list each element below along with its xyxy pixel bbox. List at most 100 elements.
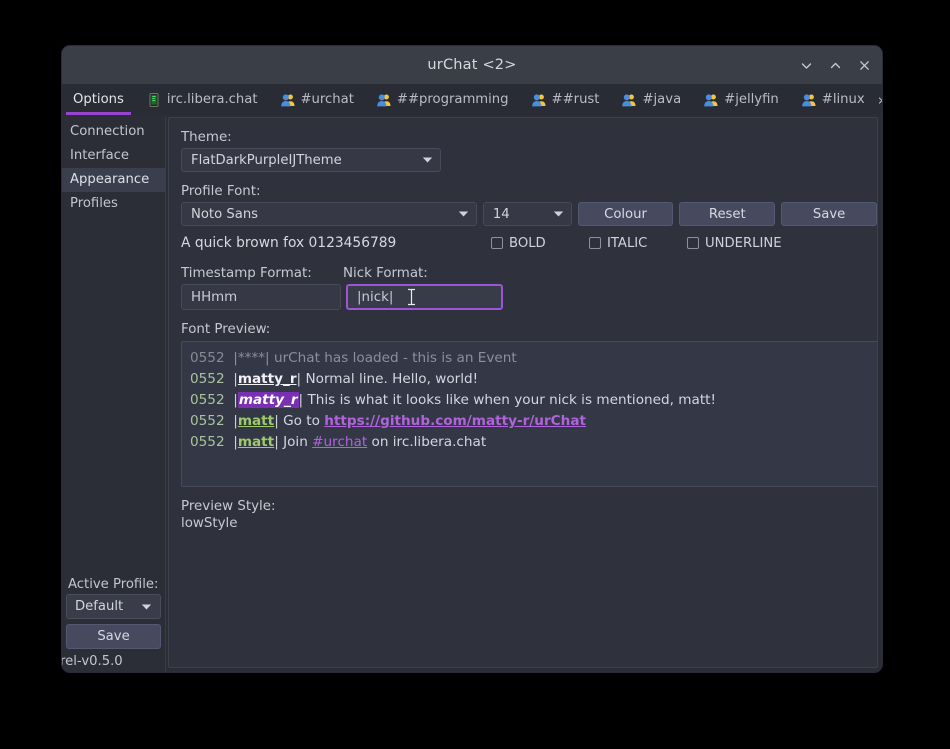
preview-message-prefix: Go to (283, 413, 325, 429)
sidebar-item-label: Appearance (70, 172, 150, 187)
checkbox-box (589, 237, 601, 249)
format-inputs-row: HHmm |nick| (181, 284, 877, 310)
preview-line: 0552 |****| urChat has loaded - this is … (190, 348, 874, 369)
urchat-window: urChat <2> Options irc.libera.chat #urch… (61, 45, 883, 673)
underline-checkbox[interactable]: UNDERLINE (687, 236, 782, 251)
preview-style-value: lowStyle (181, 516, 238, 531)
bold-checkbox-label: BOLD (509, 235, 546, 251)
reset-button-label: Reset (708, 206, 746, 222)
active-profile-label: Active Profile: (68, 577, 159, 592)
preview-timestamp: 0552 (190, 413, 225, 429)
window-controls (799, 46, 872, 84)
sidebar-item-profiles[interactable]: Profiles (62, 192, 165, 216)
tab-navigation: › (876, 84, 882, 115)
tab-scroll-next-icon[interactable]: › (878, 91, 882, 109)
preview-nick-brackets: | (274, 413, 279, 429)
profile-save-button[interactable]: Save (66, 624, 161, 649)
tab-programming[interactable]: ##programming (365, 84, 520, 115)
tab-label: #java (642, 92, 682, 107)
preview-message-suffix: on irc.libera.chat (367, 434, 487, 450)
preview-nick-brackets: | (298, 392, 304, 408)
font-family-select[interactable]: Noto Sans (181, 202, 477, 226)
preview-line: 0552 |matt| Go to https://github.com/mat… (190, 411, 874, 432)
preview-style-label: Preview Style: (181, 499, 276, 514)
window-title: urChat <2> (427, 57, 517, 73)
nick-format-input[interactable]: |nick| (346, 284, 503, 310)
tab-label: irc.libera.chat (166, 92, 258, 107)
preview-timestamp: 0552 (190, 434, 225, 450)
checkbox-box (491, 237, 503, 249)
sidebar-item-label: Profiles (70, 196, 118, 211)
underline-checkbox-label: UNDERLINE (705, 235, 782, 251)
preview-nick: matt (237, 413, 275, 429)
preview-channel-link[interactable]: #urchat (312, 434, 367, 450)
font-preview-label: Font Preview: (181, 322, 271, 337)
profile-font-label: Profile Font: (181, 184, 261, 199)
colour-button[interactable]: Colour (577, 202, 674, 226)
tab-label: ##rust (551, 92, 600, 107)
minimize-button[interactable] (799, 58, 814, 73)
preview-nick-brackets: | (265, 350, 270, 366)
tab-jellyfin[interactable]: #jellyfin (692, 84, 790, 115)
reset-button[interactable]: Reset (679, 202, 776, 226)
preview-message: This is what it looks like when your nic… (307, 392, 716, 408)
preview-nick: **** (237, 350, 266, 366)
tab-label: #linux (821, 92, 865, 107)
preview-nick: matt (237, 434, 275, 450)
group-icon (704, 93, 718, 106)
tab-options[interactable]: Options (62, 84, 135, 115)
font-controls-row: Noto Sans 14 Colour Reset Save (181, 202, 877, 226)
preview-nick-brackets: | (228, 413, 238, 429)
preview-link[interactable]: https://github.com/matty-r/urChat (324, 413, 586, 429)
preview-message: Normal line. Hello, world! (305, 371, 479, 387)
profile-save-label: Save (97, 629, 130, 644)
bold-checkbox[interactable]: BOLD (491, 236, 589, 251)
theme-select[interactable]: FlatDarkPurpleIJTheme (181, 148, 441, 172)
chevron-down-icon (458, 207, 469, 222)
preview-message-prefix: Join (283, 434, 313, 450)
font-preview-box: 0552 |****| urChat has loaded - this is … (181, 341, 877, 487)
group-icon (531, 93, 546, 106)
sidebar-item-appearance[interactable]: Appearance (62, 168, 165, 192)
italic-checkbox[interactable]: ITALIC (589, 236, 687, 251)
tab-irc-libera-chat[interactable]: irc.libera.chat (135, 84, 269, 115)
font-save-button-label: Save (812, 206, 846, 222)
nick-format-value: |nick| (357, 289, 394, 305)
version-label: rel-v0.5.0 (61, 654, 123, 669)
tab-linux[interactable]: #linux (790, 84, 876, 115)
preview-nick-brackets: | (228, 434, 238, 450)
preview-nick-brackets: | (228, 392, 238, 408)
preview-line: 0552 |matt| Join #urchat on irc.libera.c… (190, 432, 874, 453)
tab-rust[interactable]: ##rust (520, 84, 611, 115)
nick-format-label: Nick Format: (343, 266, 428, 281)
close-button[interactable] (857, 58, 872, 73)
theme-label: Theme: (181, 130, 232, 145)
tab-urchat[interactable]: #urchat (269, 84, 365, 115)
sidebar-footer: Active Profile: Default Save rel-v0.5.0 (62, 577, 165, 672)
chevron-down-icon (141, 599, 152, 614)
preview-timestamp: 0552 (190, 392, 225, 408)
italic-checkbox-label: ITALIC (607, 235, 648, 251)
preview-timestamp: 0552 (190, 350, 225, 366)
group-icon (377, 93, 391, 106)
sample-and-styles-row: A quick brown fox 0123456789 BOLD ITALIC… (181, 235, 877, 251)
preview-nick-brackets: | (228, 350, 238, 366)
font-family-value: Noto Sans (191, 206, 259, 222)
font-size-select[interactable]: 14 (482, 202, 572, 226)
format-labels-row: Timestamp Format: Nick Format: (181, 266, 877, 284)
sidebar-item-interface[interactable]: Interface (62, 144, 165, 168)
tab-java[interactable]: #java (610, 84, 692, 115)
sidebar-item-connection[interactable]: Connection (62, 120, 165, 144)
timestamp-format-value: HHmm (191, 289, 238, 305)
timestamp-format-label: Timestamp Format: (181, 266, 312, 281)
timestamp-format-input[interactable]: HHmm (181, 284, 341, 310)
maximize-button[interactable] (828, 58, 843, 73)
window-body: Connection Interface Appearance Profiles… (62, 115, 882, 672)
active-profile-select[interactable]: Default (66, 594, 161, 619)
group-icon (622, 93, 636, 106)
group-icon (280, 93, 294, 106)
font-size-value: 14 (492, 206, 510, 222)
theme-value: FlatDarkPurpleIJTheme (191, 152, 342, 168)
font-save-button[interactable]: Save (781, 202, 877, 226)
preview-message: urChat has loaded - this is an Event (273, 350, 517, 366)
